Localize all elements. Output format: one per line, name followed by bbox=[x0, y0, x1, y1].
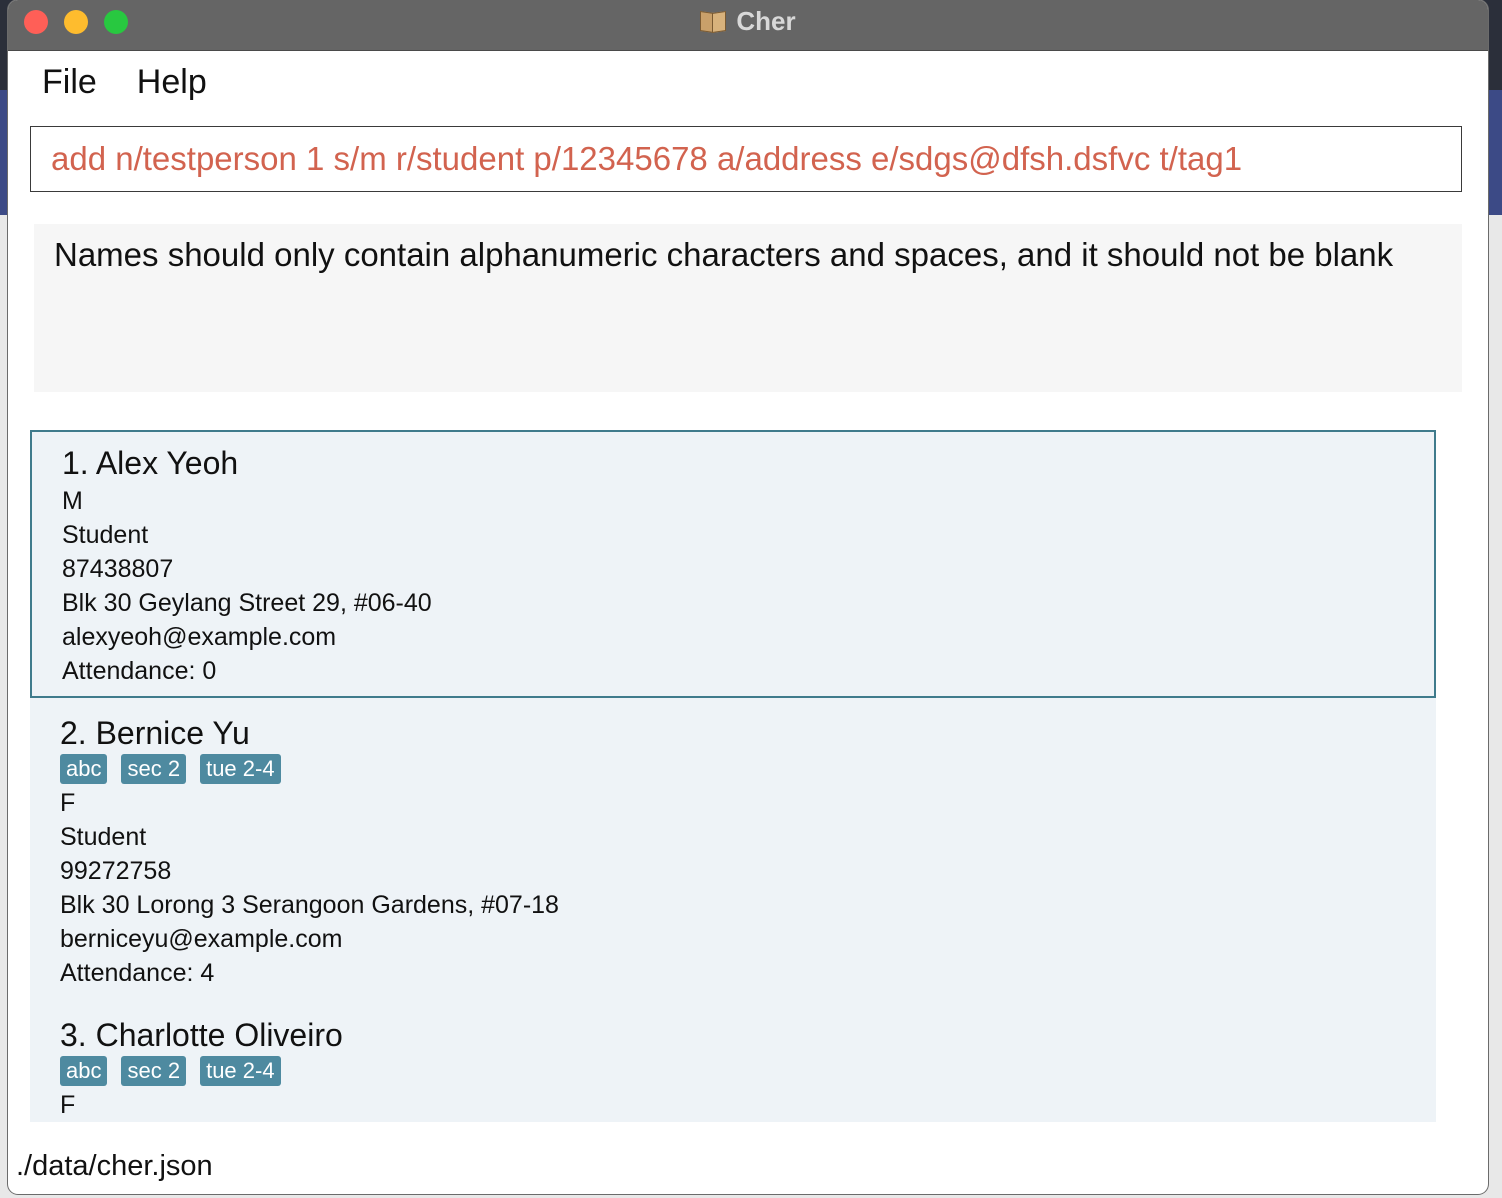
person-email: alexyeoh@example.com bbox=[62, 623, 337, 651]
person-card[interactable]: 2. Bernice Yu abc sec 2 tue 2-4 F Studen… bbox=[30, 698, 1436, 1000]
person-address: Blk 30 Lorong 3 Serangoon Gardens, #07-1… bbox=[60, 891, 559, 919]
person-sex: F bbox=[60, 789, 76, 817]
person-email: berniceyu@example.com bbox=[60, 925, 343, 953]
book-icon bbox=[700, 10, 727, 33]
person-sex: M bbox=[62, 487, 83, 515]
command-input-text: add n/testperson 1 s/m r/student p/12345… bbox=[51, 140, 1243, 177]
person-role: Student bbox=[60, 823, 147, 851]
person-attendance: Attendance: 0 bbox=[62, 657, 217, 685]
person-sex: F bbox=[60, 1091, 76, 1119]
title-bar: Cher bbox=[8, 0, 1488, 51]
person-name: 3. Charlotte Oliveiro bbox=[60, 1017, 343, 1053]
person-name: 1. Alex Yeoh bbox=[62, 445, 239, 481]
status-bar-file-path: ./data/cher.json bbox=[16, 1150, 213, 1182]
window-title-group: Cher bbox=[8, 4, 1488, 38]
person-card[interactable]: 3. Charlotte Oliveiro abc sec 2 tue 2-4 … bbox=[30, 1000, 1436, 1122]
tag-list: abc sec 2 tue 2-4 bbox=[60, 1056, 1406, 1086]
menu-file[interactable]: File bbox=[42, 63, 97, 102]
command-input[interactable]: add n/testperson 1 s/m r/student p/12345… bbox=[30, 126, 1462, 192]
menu-help[interactable]: Help bbox=[137, 63, 207, 102]
window-title: Cher bbox=[736, 5, 796, 36]
tag-list: abc sec 2 tue 2-4 bbox=[60, 754, 1406, 784]
person-phone: 87438807 bbox=[62, 555, 174, 583]
person-address: Blk 30 Geylang Street 29, #06-40 bbox=[62, 589, 432, 617]
app-window: Cher File Help add n/testperson 1 s/m r/… bbox=[8, 0, 1488, 1194]
person-attendance: Attendance: 4 bbox=[60, 959, 215, 987]
menu-bar: File Help bbox=[8, 51, 1488, 113]
person-phone: 99272758 bbox=[60, 857, 172, 885]
person-role: Student bbox=[62, 521, 149, 549]
person-card[interactable]: 1. Alex Yeoh M Student 87438807 Blk 30 G… bbox=[30, 430, 1436, 698]
tag-badge: abc bbox=[60, 1056, 108, 1086]
tag-badge: tue 2-4 bbox=[200, 754, 281, 784]
result-display: Names should only contain alphanumeric c… bbox=[34, 224, 1462, 392]
tag-badge: sec 2 bbox=[121, 1056, 187, 1086]
person-name: 2. Bernice Yu bbox=[60, 715, 250, 751]
tag-badge: sec 2 bbox=[121, 754, 187, 784]
person-list[interactable]: 1. Alex Yeoh M Student 87438807 Blk 30 G… bbox=[30, 430, 1436, 1122]
tag-badge: abc bbox=[60, 754, 108, 784]
tag-badge: tue 2-4 bbox=[200, 1056, 281, 1086]
result-message: Names should only contain alphanumeric c… bbox=[54, 236, 1394, 273]
